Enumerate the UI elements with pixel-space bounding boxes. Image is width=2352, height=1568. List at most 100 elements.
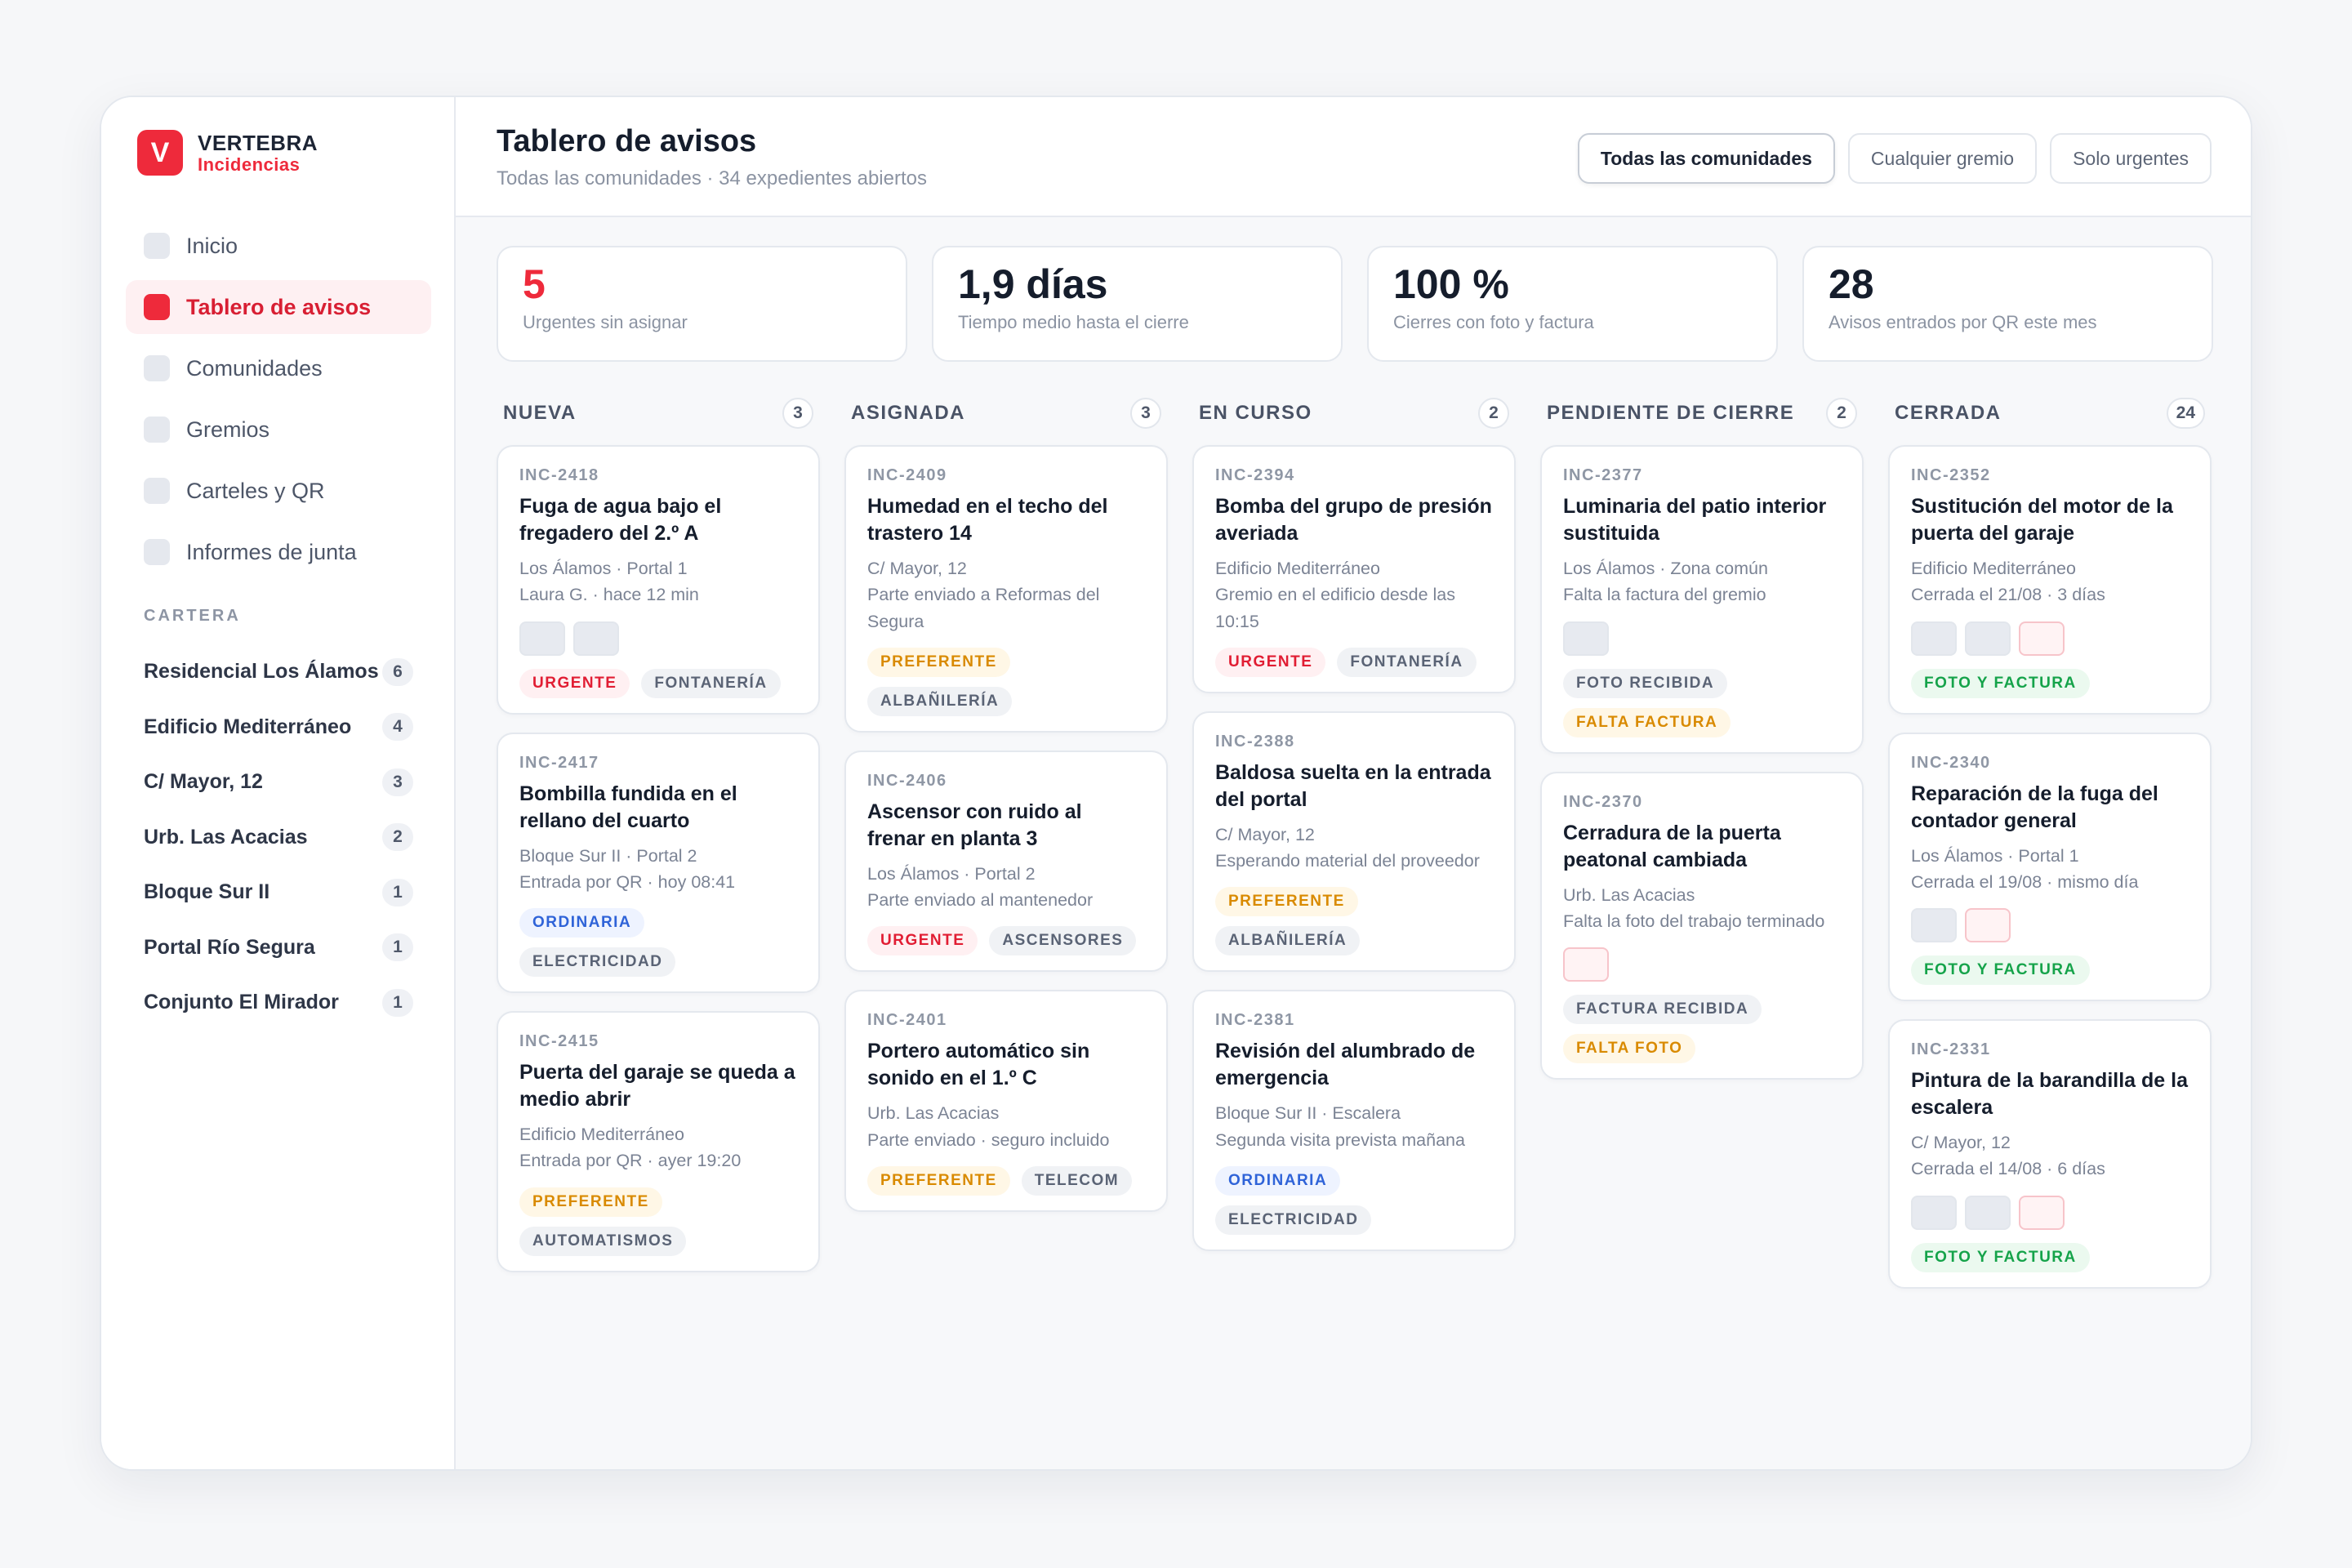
photo-attachment[interactable] <box>519 621 565 656</box>
stat-label: Cierres con foto y factura <box>1393 312 1594 332</box>
attachments <box>1563 947 1841 982</box>
nav-item-inicio[interactable]: Inicio <box>126 219 431 273</box>
nav-item-informes-de-junta[interactable]: Informes de junta <box>126 525 431 579</box>
incident-card[interactable]: INC-2415 Puerta del garaje se queda a med… <box>497 1011 820 1272</box>
tag-preferente: PREFERENTE <box>1215 887 1358 917</box>
incident-title: Bomba del grupo de presión averiada <box>1215 495 1492 545</box>
portfolio-item[interactable]: Edificio Mediterráneo 4 <box>144 700 413 755</box>
tag-preferente: PREFERENTE <box>867 647 1010 677</box>
invoice-attachment[interactable] <box>2019 1195 2065 1230</box>
portfolio-item[interactable]: Conjunto El Mirador 1 <box>144 975 413 1031</box>
nav-item-carteles-y-qr[interactable]: Carteles y QR <box>126 464 431 518</box>
tag-list: URGENTE FONTANERÍA <box>1215 647 1493 677</box>
portfolio-item[interactable]: Portal Río Segura 1 <box>144 920 413 976</box>
tag-fontaneria: FONTANERÍA <box>641 668 781 698</box>
portfolio-item[interactable]: Bloque Sur II 1 <box>144 865 413 920</box>
filter-todas-las-comunidades-button[interactable]: Todas las comunidades <box>1577 133 1835 184</box>
photo-attachment[interactable] <box>1965 621 2011 656</box>
column-header: CERRADA 24 <box>1888 393 2212 434</box>
portfolio-item[interactable]: C/ Mayor, 12 3 <box>144 755 413 810</box>
incident-card[interactable]: INC-2352 Sustitución del motor de la puer… <box>1888 445 2212 715</box>
incident-title: Bombilla fundida en el rellano del cuart… <box>519 782 737 832</box>
portfolio-item-count: 6 <box>382 657 413 686</box>
portfolio-item[interactable]: Residencial Los Álamos 6 <box>144 644 413 700</box>
brand-logo: V <box>137 130 183 176</box>
tag-list: ORDINARIA ELECTRICIDAD <box>1215 1165 1493 1235</box>
incident-card[interactable]: INC-2388 Baldosa suelta en la entrada del… <box>1192 710 1516 973</box>
tag-electricidad: ELECTRICIDAD <box>1215 1205 1372 1235</box>
nav-item-gremios[interactable]: Gremios <box>126 403 431 457</box>
portfolio-item-name: Conjunto El Mirador <box>144 991 339 1014</box>
incident-id: INC-2340 <box>1911 753 1991 772</box>
column-count: 24 <box>2166 398 2205 429</box>
photo-attachment[interactable] <box>1911 621 1957 656</box>
incident-card[interactable]: INC-2418 Fuga de agua bajo el fregadero d… <box>497 445 820 715</box>
column-count: 3 <box>782 398 813 429</box>
incident-meta: Los Álamos · Portal 2 <box>867 863 1036 884</box>
nav-icon <box>144 416 170 443</box>
incident-card[interactable]: INC-2409 Humedad en el techo del trastero… <box>844 445 1168 733</box>
incident-meta: Bloque Sur II · Portal 2 <box>519 845 697 866</box>
tag-foto-y-factura: FOTO Y FACTURA <box>1911 956 2090 985</box>
incident-card[interactable]: INC-2370 Cerradura de la puerta peatonal … <box>1540 771 1864 1080</box>
photo-attachment[interactable] <box>573 621 619 656</box>
kanban-board: NUEVA 3 INC-2418 Fuga de agua bajo el frega… <box>497 393 2213 1307</box>
nav-item-label: Inicio <box>186 233 238 258</box>
invoice-attachment[interactable] <box>2019 621 2065 656</box>
incident-title: Cerradura de la puerta peatonal cambiada <box>1563 821 1781 871</box>
invoice-attachment[interactable] <box>1563 947 1609 982</box>
incident-card[interactable]: INC-2340 Reparación de la fuga del contad… <box>1888 732 2212 1001</box>
portfolio-item[interactable]: Urb. Las Acacias 2 <box>144 810 413 866</box>
tag-list: FOTO Y FACTURA <box>1911 668 2189 698</box>
invoice-attachment[interactable] <box>1965 908 2011 942</box>
nav-item-comunidades[interactable]: Comunidades <box>126 341 431 395</box>
column-header: ASIGNADA 3 <box>844 393 1168 434</box>
tag-foto-y-factura: FOTO Y FACTURA <box>1911 1242 2090 1272</box>
main-area: Tablero de avisos Todas las comunidades … <box>456 97 2251 1469</box>
tag-factura-recibida: FACTURA RECIBIDA <box>1563 995 1762 1024</box>
nav-item-label: Comunidades <box>186 355 323 381</box>
portfolio-item-count: 1 <box>382 933 413 962</box>
incident-meta: Parte enviado · seguro incluido <box>867 1129 1110 1150</box>
incident-meta: Entrada por QR · ayer 19:20 <box>519 1151 742 1171</box>
incident-id: INC-2370 <box>1563 792 1643 811</box>
attachments <box>519 621 797 656</box>
tag-automatismos: AUTOMATISMOS <box>519 1226 687 1256</box>
portfolio-item-name: Residencial Los Álamos <box>144 660 379 684</box>
photo-attachment[interactable] <box>1911 908 1957 942</box>
incident-id: INC-2401 <box>867 1011 947 1030</box>
incident-card[interactable]: INC-2406 Ascensor con ruido al frenar en … <box>844 750 1168 973</box>
photo-attachment[interactable] <box>1563 621 1609 656</box>
incident-card[interactable]: INC-2401 Portero automático sin sonido en… <box>844 990 1168 1212</box>
column-nueva: NUEVA 3 INC-2418 Fuga de agua bajo el frega… <box>497 393 820 1307</box>
filter-cualquier-gremio-button[interactable]: Cualquier gremio <box>1847 133 2038 184</box>
portfolio-item-count: 1 <box>382 988 413 1017</box>
stats-row: 5 Urgentes sin asignar 1,9 días Tiempo medi… <box>497 246 2213 362</box>
brand[interactable]: V VERTEBRA Incidencias <box>137 130 318 176</box>
photo-attachment[interactable] <box>1965 1195 2011 1230</box>
column-title: PENDIENTE DE CIERRE <box>1547 402 1795 424</box>
portfolio-item-name: Edificio Mediterráneo <box>144 715 352 738</box>
stat-card: 5 Urgentes sin asignar <box>497 246 907 362</box>
tag-telecom: TELECOM <box>1021 1165 1133 1196</box>
incident-card[interactable]: INC-2394 Bomba del grupo de presión averi… <box>1192 445 1516 693</box>
incident-title: Pintura de la barandilla de la escalera <box>1911 1069 2188 1119</box>
photo-attachment[interactable] <box>1911 1195 1957 1230</box>
filter-solo-urgentes-button[interactable]: Solo urgentes <box>2050 133 2212 184</box>
column-count: 2 <box>1478 398 1509 429</box>
incident-meta: Urb. Las Acacias <box>1563 884 1695 905</box>
incident-card[interactable]: INC-2417 Bombilla fundida en el rellano d… <box>497 732 820 993</box>
incident-id: INC-2406 <box>867 771 947 790</box>
incident-id: INC-2417 <box>519 753 599 772</box>
incident-card[interactable]: INC-2377 Luminaria del patio interior sus… <box>1540 445 1864 754</box>
incident-card[interactable]: INC-2381 Revisión del alumbrado de emerge… <box>1192 990 1516 1251</box>
column-title: EN CURSO <box>1199 402 1312 424</box>
stat-card: 28 Avisos entrados por QR este mes <box>1802 246 2213 362</box>
tag-preferente: PREFERENTE <box>519 1187 662 1217</box>
nav-icon <box>144 355 170 381</box>
incident-card[interactable]: INC-2331 Pintura de la barandilla de la e… <box>1888 1019 2212 1289</box>
nav-item-tablero-de-avisos[interactable]: Tablero de avisos <box>126 280 431 334</box>
incident-meta: Parte enviado a Reformas del Segura <box>867 585 1100 631</box>
incident-title: Sustitución del motor de la puerta del g… <box>1911 495 2173 545</box>
incident-meta: Los Álamos · Portal 1 <box>519 559 688 578</box>
